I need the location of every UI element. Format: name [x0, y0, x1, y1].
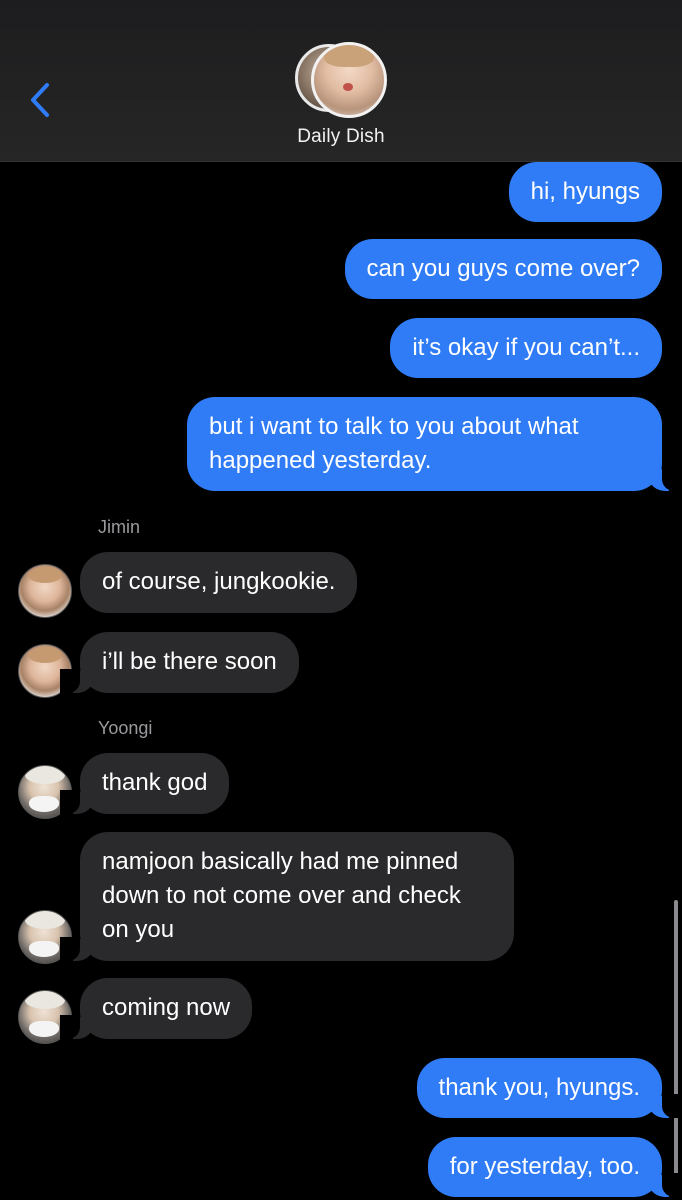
chevron-left-icon [31, 83, 49, 117]
message-bubble-received[interactable]: namjoon basically had me pinned down to … [60, 832, 514, 961]
message-bubble-sent[interactable]: can you guys come over? [344, 239, 662, 299]
message-bubble-received[interactable]: thank god [59, 753, 230, 814]
group-name[interactable]: Daily Dish [0, 126, 682, 148]
message-text: it’s okay if you can’t... [412, 334, 640, 361]
sender-name: Yoongi [98, 718, 153, 738]
message-text: for yesterday, too. [449, 1153, 640, 1180]
message-bubble-sent[interactable]: it’s okay if you can’t... [390, 318, 662, 378]
message-text: coming now [102, 994, 231, 1021]
message-text: but i want to talk to you about what hap… [209, 413, 579, 474]
message-bubble-sent[interactable]: for yesterday, too. [427, 1137, 682, 1197]
message-bubble-received[interactable]: i’ll be there soon [60, 632, 299, 693]
message-text: of course, jungkookie. [102, 568, 336, 595]
group-avatar[interactable] [293, 42, 389, 118]
message-bubble-sent[interactable]: hi, hyungs [508, 162, 662, 222]
message-text: thank god [102, 769, 208, 796]
message-text: i’ll be there soon [102, 648, 277, 675]
message-text: namjoon basically had me pinned down to … [102, 848, 461, 943]
conversation-header: Daily Dish [0, 0, 682, 162]
message-bubble-received[interactable]: of course, jungkookie. [80, 552, 358, 613]
sender-name: Jimin [98, 517, 141, 537]
message-text: hi, hyungs [530, 178, 640, 205]
back-button[interactable] [22, 78, 58, 122]
group-member-avatar-front [311, 42, 387, 118]
message-bubble-received[interactable]: coming now [59, 978, 253, 1039]
avatar[interactable] [18, 564, 72, 618]
message-text: thank you, hyungs. [438, 1074, 640, 1101]
message-text: can you guys come over? [366, 255, 640, 282]
message-bubble-sent[interactable]: thank you, hyungs. [416, 1058, 682, 1118]
scrollbar[interactable] [674, 900, 678, 1180]
message-bubble-sent[interactable]: but i want to talk to you about what hap… [187, 397, 682, 491]
